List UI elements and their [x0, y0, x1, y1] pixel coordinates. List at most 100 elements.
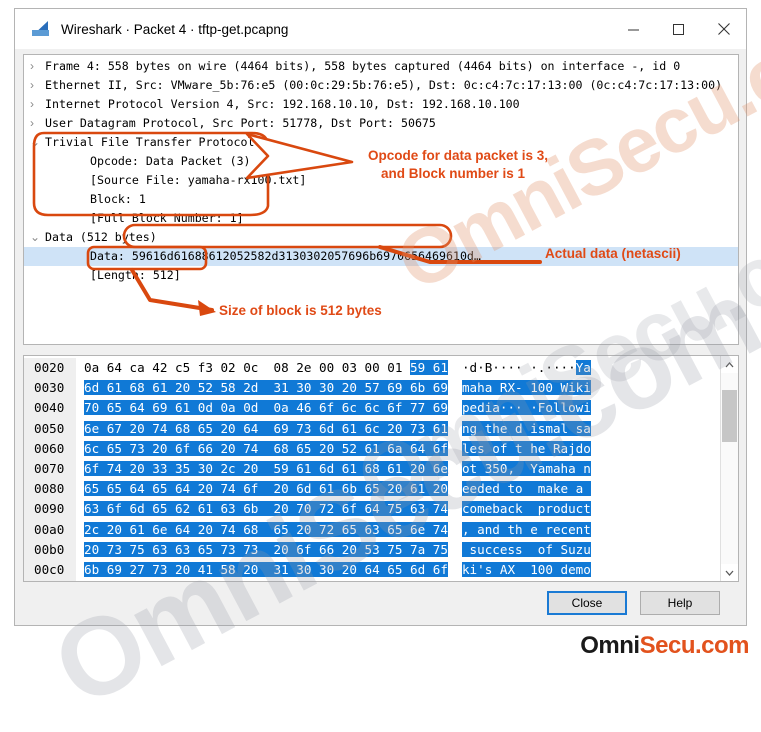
- omnisecu-branding: OmniSecu.com: [580, 632, 749, 660]
- hex-bytes-plain: 0a 64 ca 42 c5 f3 02 0c 08 2e 00 03 00 0…: [84, 360, 411, 375]
- tree-row-opcode[interactable]: Opcode: Data Packet (3): [24, 152, 738, 171]
- hex-offset: 00b0: [24, 539, 76, 560]
- ascii-text: , and th e recent: [448, 520, 591, 540]
- tree-row-block[interactable]: Block: 1: [24, 190, 738, 209]
- window-title: Wireshark · Packet 4 · tftp-get.pcapng: [61, 21, 289, 37]
- tree-row-label: Block: 1: [90, 192, 146, 206]
- ascii-text: ot 350, Yamaha n: [448, 459, 591, 479]
- hex-row[interactable]: 0090 63 6f 6d 65 62 61 63 6b 20 70 72 6f…: [24, 499, 720, 520]
- ascii-text: ng the d ismal sa: [448, 419, 591, 439]
- ascii-text: maha RX- 100 Wiki: [448, 378, 591, 398]
- hex-bytes: 20 73 75 63 63 65 73 73 20 6f 66 20 53 7…: [76, 540, 448, 560]
- chevron-right-icon[interactable]: ›: [30, 76, 45, 95]
- tree-row-source-file[interactable]: [Source File: yamaha-rx100.txt]: [24, 171, 738, 190]
- hex-row[interactable]: 0030 6d 61 68 61 20 52 58 2d 31 30 30 20…: [24, 378, 720, 399]
- hex-row[interactable]: 0060 6c 65 73 20 6f 66 20 74 68 65 20 52…: [24, 438, 720, 459]
- hex-bytes-selected: 20 73 75 63 63 65 73 73 20 6f 66 20 53 7…: [84, 541, 448, 557]
- tree-row-label: [Full Block Number: 1]: [90, 211, 244, 225]
- wireshark-packet-window: Wireshark · Packet 4 · tftp-get.pcapng ›…: [14, 8, 747, 626]
- ascii-selected: eeded to make a: [461, 481, 591, 497]
- hex-bytes: 6c 65 73 20 6f 66 20 74 68 65 20 52 61 6…: [76, 439, 448, 459]
- tree-row-label: Trivial File Transfer Protocol: [45, 135, 255, 149]
- ascii-text: pedia··· ·Followi: [448, 398, 591, 418]
- tree-row[interactable]: › Frame 4: 558 bytes on wire (4464 bits)…: [24, 57, 738, 76]
- minimize-icon[interactable]: [611, 9, 656, 49]
- ascii-selected: , and th e recent: [461, 521, 591, 537]
- chevron-right-icon[interactable]: ›: [30, 95, 45, 114]
- chevron-down-icon[interactable]: [721, 564, 738, 581]
- tree-row-label: Ethernet II, Src: VMware_5b:76:e5 (00:0c…: [45, 78, 723, 92]
- hex-bytes-selected: 6f 74 20 33 35 30 2c 20 59 61 6d 61 68 6…: [84, 460, 448, 476]
- ascii-text: les of t he Rajdo: [448, 439, 591, 459]
- hex-bytes-selected: 63 6f 6d 65 62 61 63 6b 20 70 72 6f 64 7…: [84, 501, 448, 517]
- hex-bytes-selected: 65 65 64 65 64 20 74 6f 20 6d 61 6b 65 2…: [84, 481, 448, 497]
- tree-row-data[interactable]: Data: 59616d61688612052582d3130302057696…: [24, 247, 738, 266]
- hex-offset: 00c0: [24, 559, 76, 581]
- hex-row[interactable]: 00c0 6b 69 27 73 20 41 58 20 31 30 30 20…: [24, 559, 720, 581]
- hex-offset: 0080: [24, 479, 76, 500]
- hex-bytes: 0a 64 ca 42 c5 f3 02 0c 08 2e 00 03 00 0…: [76, 358, 448, 378]
- hex-offset: 00a0: [24, 519, 76, 540]
- scrollbar-thumb[interactable]: [722, 390, 737, 442]
- hex-dump: 0020 0a 64 ca 42 c5 f3 02 0c 08 2e 00 03…: [24, 356, 720, 581]
- hex-bytes: 63 6f 6d 65 62 61 63 6b 20 70 72 6f 64 7…: [76, 499, 448, 519]
- ascii-selected: success of Suzu: [461, 541, 591, 557]
- hex-row[interactable]: 0040 70 65 64 69 61 0d 0a 0d 0a 46 6f 6c…: [24, 398, 720, 419]
- hex-offset: 0050: [24, 418, 76, 439]
- chevron-right-icon[interactable]: ›: [30, 57, 45, 76]
- hex-bytes: 2c 20 61 6e 64 20 74 68 65 20 72 65 63 6…: [76, 520, 448, 540]
- dialog-footer: Close Help: [15, 581, 746, 625]
- tree-row-label: [Source File: yamaha-rx100.txt]: [90, 173, 307, 187]
- chevron-up-icon[interactable]: [721, 356, 738, 373]
- title-bar: Wireshark · Packet 4 · tftp-get.pcapng: [15, 9, 746, 49]
- hex-bytes-selected: 6d 61 68 61 20 52 58 2d 31 30 30 20 57 6…: [84, 380, 448, 396]
- hex-bytes: 70 65 64 69 61 0d 0a 0d 0a 46 6f 6c 6c 6…: [76, 398, 448, 418]
- ascii-text: comeback product: [448, 499, 591, 519]
- hex-row[interactable]: 0050 6e 67 20 74 68 65 20 64 69 73 6d 61…: [24, 418, 720, 439]
- help-button[interactable]: Help: [640, 591, 720, 615]
- tree-row[interactable]: › Internet Protocol Version 4, Src: 192.…: [24, 95, 738, 114]
- packet-bytes-pane[interactable]: 0020 0a 64 ca 42 c5 f3 02 0c 08 2e 00 03…: [23, 355, 739, 582]
- tree-row-label: [Length: 512]: [90, 268, 181, 282]
- bytes-pane-scrollbar[interactable]: [720, 356, 738, 581]
- hex-row[interactable]: 00b0 20 73 75 63 63 65 73 73 20 6f 66 20…: [24, 539, 720, 560]
- tree-row[interactable]: › Ethernet II, Src: VMware_5b:76:e5 (00:…: [24, 76, 738, 95]
- maximize-icon[interactable]: [656, 9, 701, 49]
- chevron-down-icon[interactable]: ⌄: [30, 133, 45, 152]
- tree-row[interactable]: › User Datagram Protocol, Src Port: 5177…: [24, 114, 738, 133]
- tree-row-tftp[interactable]: ⌄ Trivial File Transfer Protocol: [24, 133, 738, 152]
- close-icon[interactable]: [701, 9, 746, 49]
- tree-row-data-section[interactable]: ⌄ Data (512 bytes): [24, 228, 738, 247]
- hex-offset: 0030: [24, 378, 76, 399]
- hex-bytes-selected: 6b 69 27 73 20 41 58 20 31 30 30 20 64 6…: [84, 561, 448, 577]
- tree-row-label: User Datagram Protocol, Src Port: 51778,…: [45, 116, 436, 130]
- ascii-text: eeded to make a: [448, 479, 591, 499]
- hex-offset: 0060: [24, 438, 76, 459]
- hex-bytes: 65 65 64 65 64 20 74 6f 20 6d 61 6b 65 2…: [76, 479, 448, 499]
- chevron-down-icon[interactable]: ⌄: [30, 228, 45, 247]
- hex-bytes-selected: 59 61: [410, 360, 448, 375]
- tree-row-full-block-number[interactable]: [Full Block Number: 1]: [24, 209, 738, 228]
- packet-detail-pane[interactable]: › Frame 4: 558 bytes on wire (4464 bits)…: [23, 54, 739, 345]
- ascii-text: ·d·B···· ·.····Ya: [448, 358, 591, 378]
- tree-row-label: Opcode: Data Packet (3): [90, 154, 251, 168]
- chevron-right-icon[interactable]: ›: [30, 114, 45, 133]
- hex-bytes-selected: 70 65 64 69 61 0d 0a 0d 0a 46 6f 6c 6c 6…: [84, 400, 448, 416]
- close-button[interactable]: Close: [547, 591, 627, 615]
- ascii-plain: ·d·B···· ·.····: [461, 360, 576, 375]
- hex-offset: 0070: [24, 458, 76, 480]
- ascii-selected: ng the d ismal sa: [461, 420, 591, 436]
- tree-row-length[interactable]: [Length: 512]: [24, 266, 738, 285]
- hex-bytes-selected: 6c 65 73 20 6f 66 20 74 68 65 20 52 61 6…: [84, 440, 448, 456]
- hex-row[interactable]: 0020 0a 64 ca 42 c5 f3 02 0c 08 2e 00 03…: [24, 358, 720, 379]
- hex-bytes: 6b 69 27 73 20 41 58 20 31 30 30 20 64 6…: [76, 560, 448, 580]
- hex-row[interactable]: 00a0 2c 20 61 6e 64 20 74 68 65 20 72 65…: [24, 519, 720, 540]
- tree-row-label: Data (512 bytes): [45, 230, 157, 244]
- ascii-selected: pedia··· ·Followi: [461, 400, 591, 416]
- hex-row[interactable]: 0080 65 65 64 65 64 20 74 6f 20 6d 61 6b…: [24, 479, 720, 500]
- hex-bytes-selected: 6e 67 20 74 68 65 20 64 69 73 6d 61 6c 2…: [84, 420, 448, 436]
- tree-row-label: Data: 59616d61688612052582d3130302057696…: [90, 249, 481, 263]
- hex-row[interactable]: 0070 6f 74 20 33 35 30 2c 20 59 61 6d 61…: [24, 458, 720, 480]
- wireshark-shark-fin-icon: [31, 20, 51, 38]
- ascii-selected: ki's AX 100 demo: [461, 561, 591, 577]
